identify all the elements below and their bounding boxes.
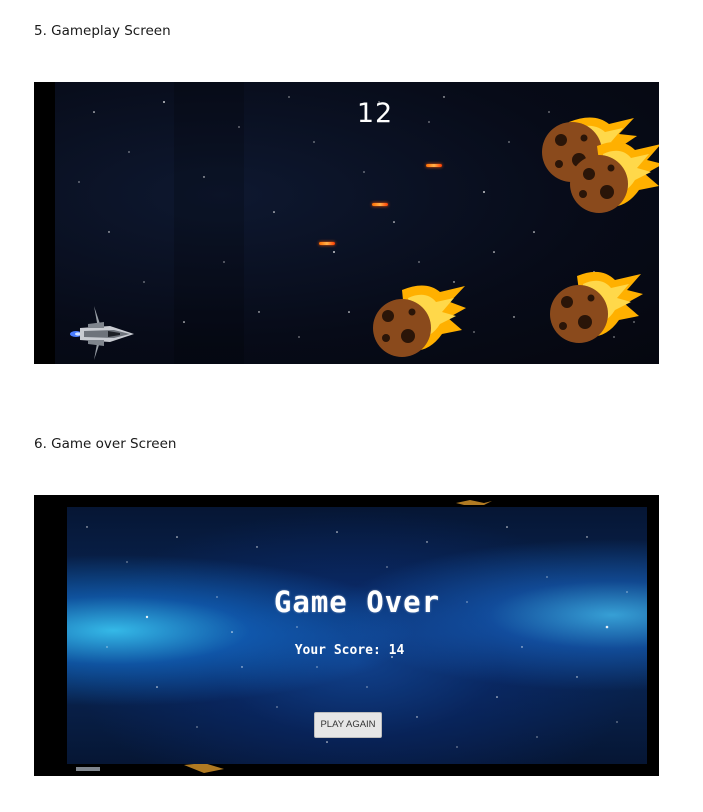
spaceship-icon: [70, 306, 134, 360]
gameplay-screenshot: 12: [34, 82, 659, 364]
laser-icon: [426, 164, 442, 167]
play-again-button[interactable]: PLAY AGAIN: [314, 712, 382, 738]
flame-fragment: [456, 500, 492, 505]
gameover-panel: Game Over Your Score: 14 PLAY AGAIN: [67, 507, 647, 764]
section-heading-gameover: 6. Game over Screen: [34, 436, 177, 452]
score-display: 12: [356, 98, 394, 129]
laser-icon: [372, 203, 388, 206]
laser-icon: [319, 242, 335, 245]
gameover-screenshot: Game Over Your Score: 14 PLAY AGAIN: [34, 495, 659, 776]
final-score-text: Your Score: 14: [294, 643, 405, 658]
section-heading-gameplay: 5. Gameplay Screen: [34, 23, 171, 39]
game-over-title: Game Over: [273, 585, 441, 619]
asteroid-icon: [550, 271, 643, 343]
asteroid-icon: [570, 141, 659, 213]
asteroid-icon: [373, 285, 466, 357]
